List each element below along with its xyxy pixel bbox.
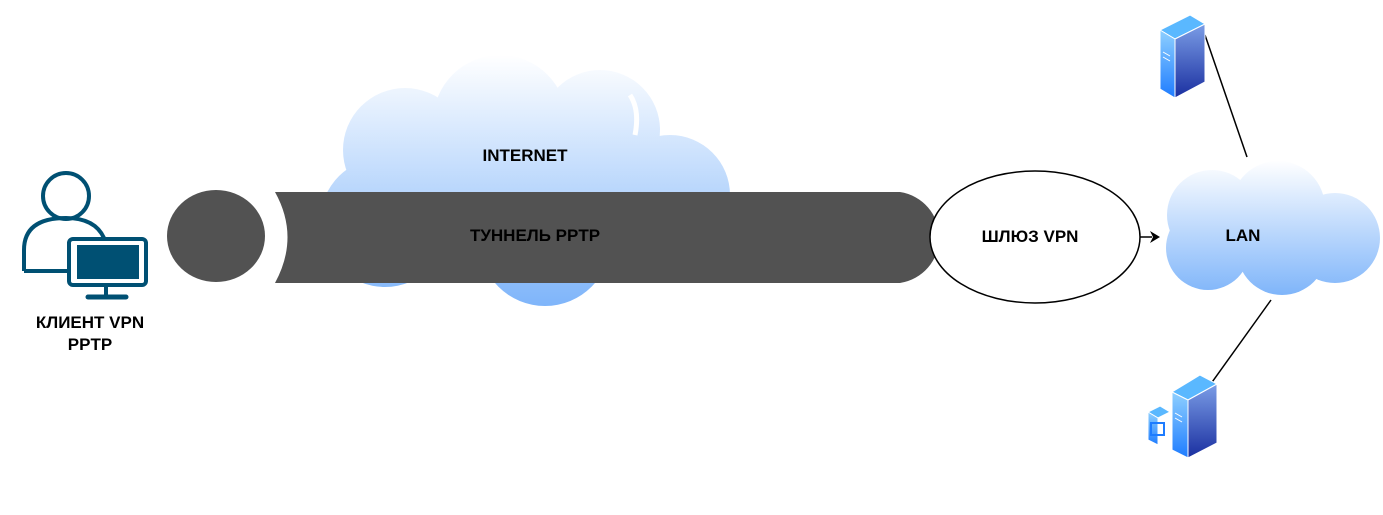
server-tower-icon [1158, 14, 1207, 99]
tunnel-label: ТУННЕЛЬ PPTP [469, 226, 601, 245]
diagram-canvas [22, 14, 1380, 459]
client-label-line1: КЛИЕНТ VPN [35, 313, 145, 332]
lan-label: LAN [1225, 226, 1261, 245]
pptp-vpn-diagram: КЛИЕНТ VPN PPTP INTERNET ТУННЕЛЬ PPTP ШЛ… [0, 0, 1383, 515]
arrow-gateway-to-lan [1140, 231, 1160, 243]
server-with-workstation-icon [1146, 374, 1219, 459]
client-label: КЛИЕНТ VPN PPTP [0, 312, 180, 356]
internet-label: INTERNET [482, 146, 568, 165]
link-lan-server-top [1204, 34, 1248, 158]
client-label-line2: PPTP [67, 335, 113, 354]
tunnel-entry-ellipse [167, 190, 265, 282]
user-with-monitor-icon [22, 171, 148, 300]
link-lan-server-bottom [1209, 299, 1272, 386]
gateway-label: ШЛЮЗ VPN [981, 227, 1079, 246]
